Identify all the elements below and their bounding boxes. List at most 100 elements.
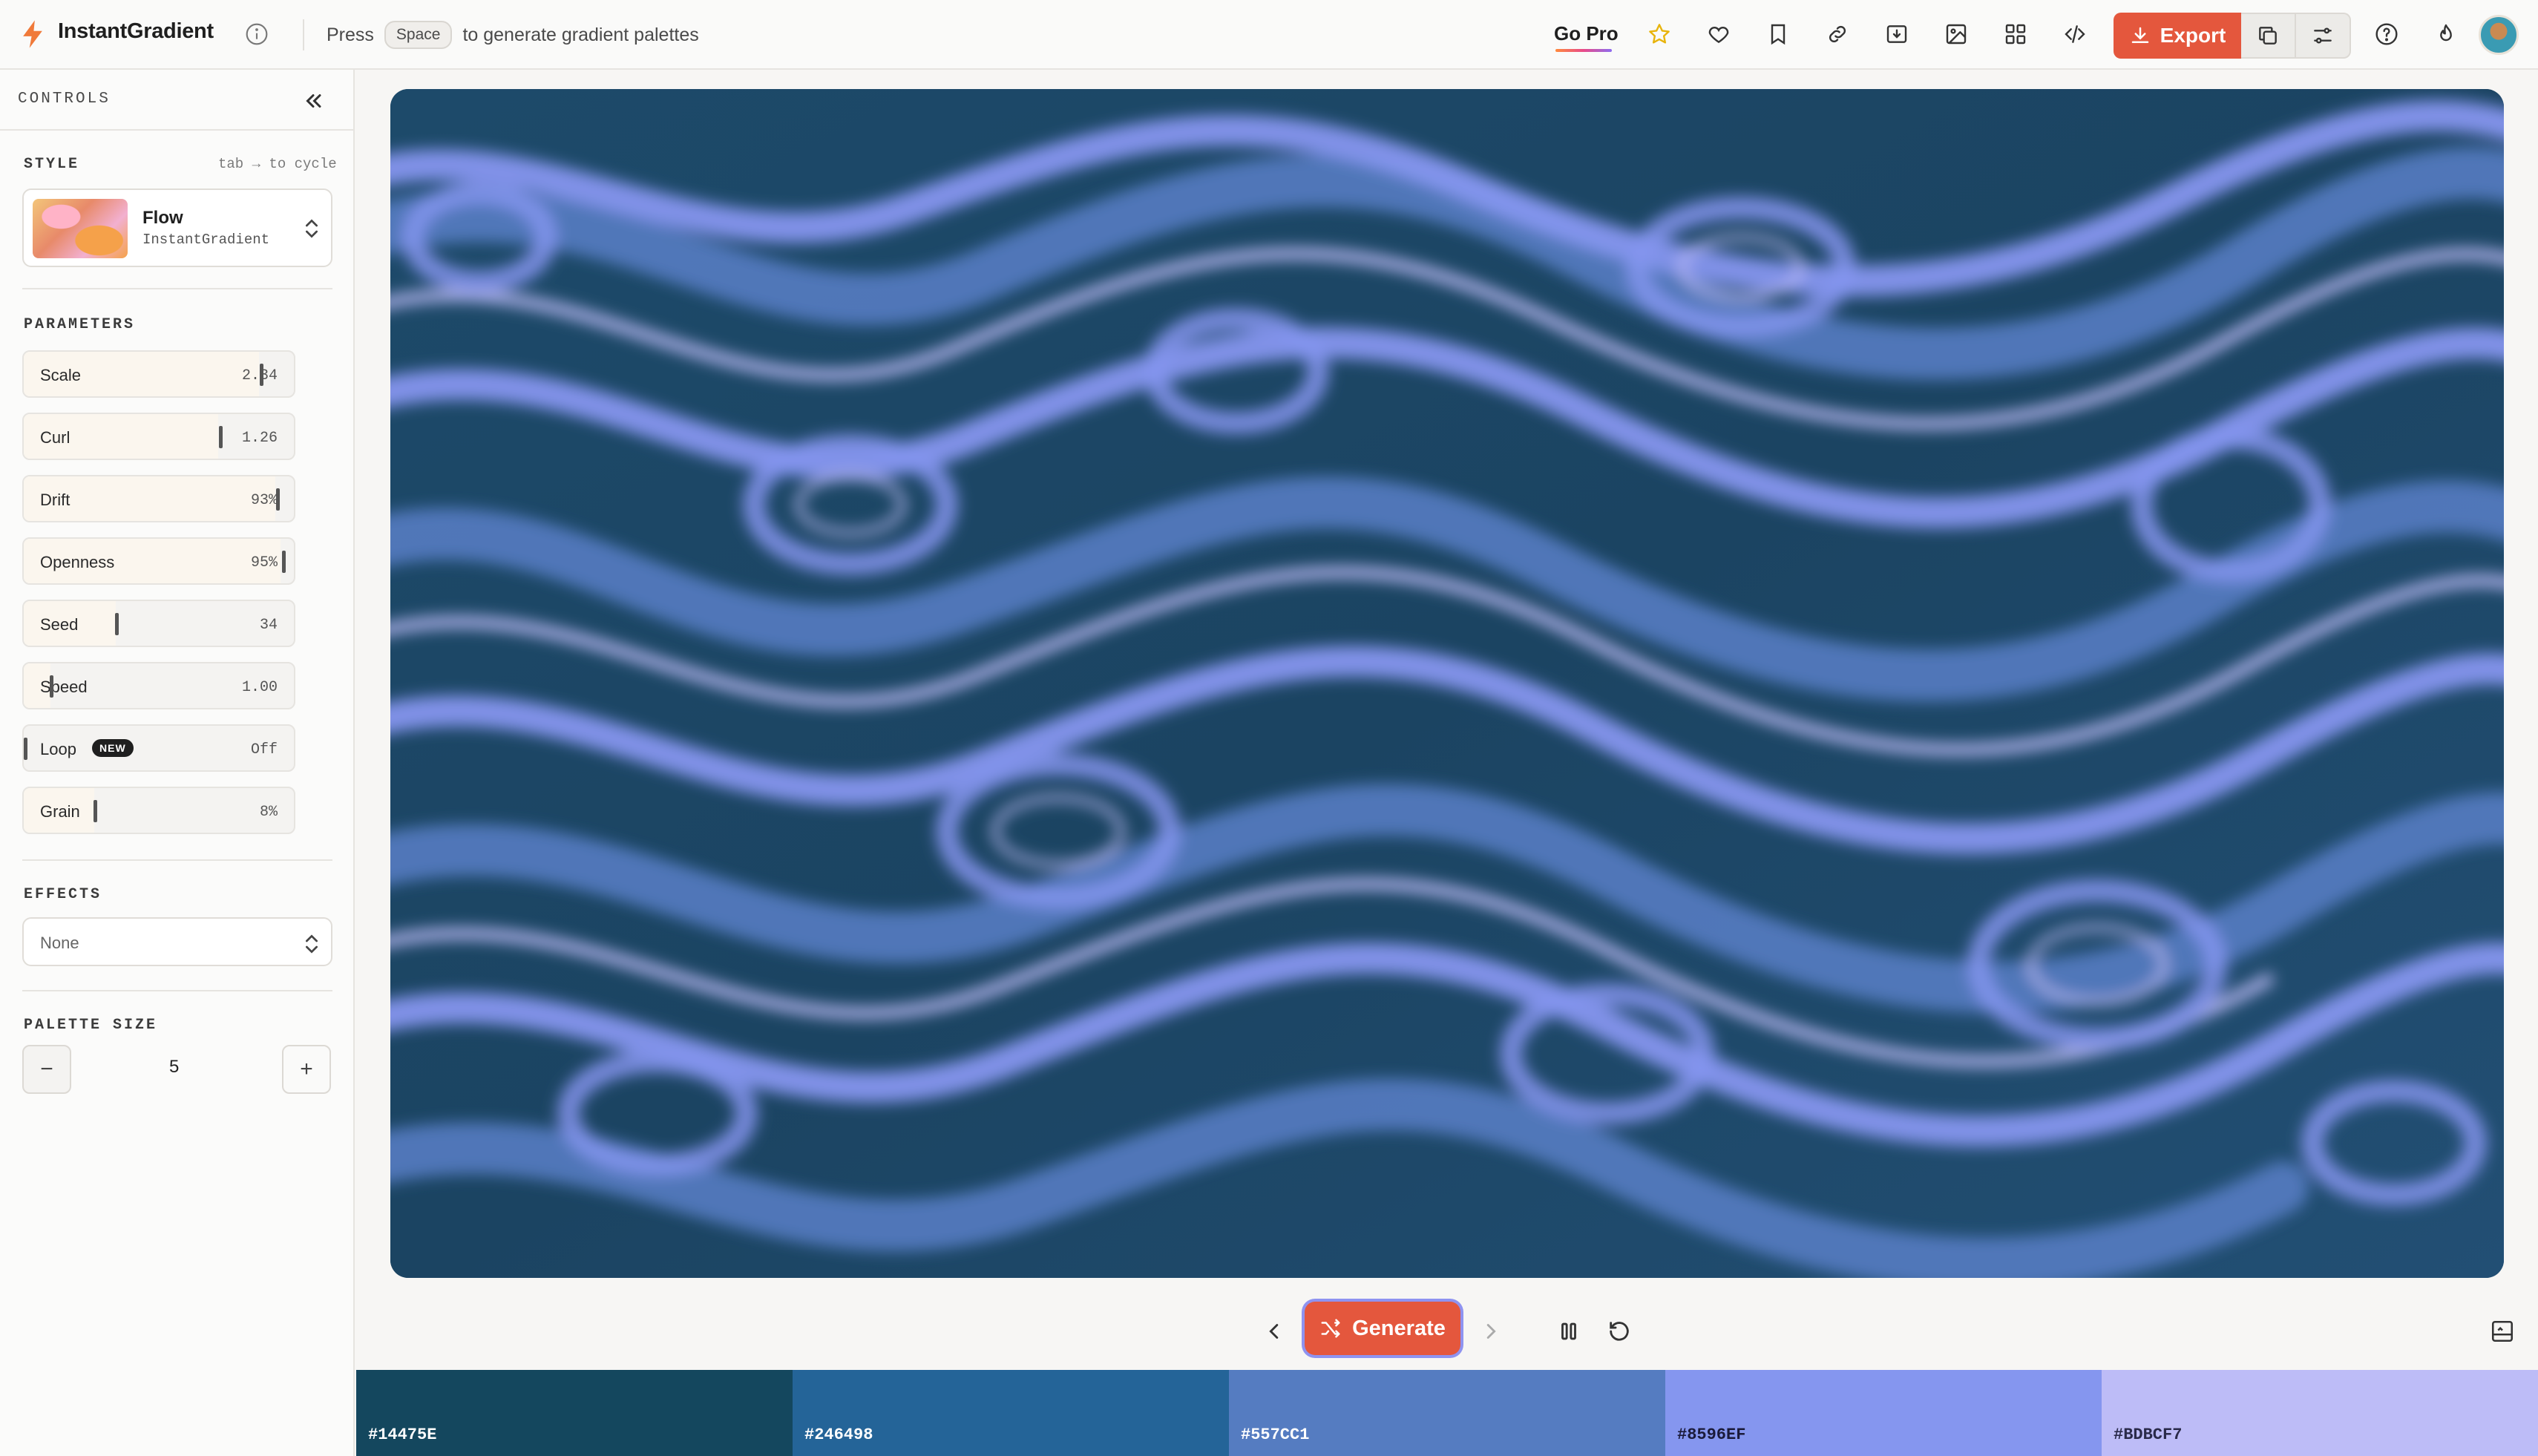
style-thumbnail — [33, 199, 128, 258]
bolt-logo-icon — [23, 20, 42, 48]
sidebar-divider — [22, 990, 332, 991]
chevron-left-icon — [1269, 1324, 1279, 1339]
parameter-label: Scale — [40, 366, 82, 384]
swatch-hex-label: #8596EF — [1677, 1426, 1746, 1444]
flame-icon[interactable] — [2431, 19, 2461, 49]
settings-button[interactable] — [2296, 13, 2351, 59]
star-icon[interactable] — [1645, 19, 1674, 49]
export-button[interactable]: Export — [2114, 13, 2241, 59]
parameter-slider-loop[interactable]: Loop NEW Off — [22, 724, 295, 772]
parameter-label: Seed — [40, 615, 79, 634]
export-download-icon — [2131, 27, 2148, 43]
slider-handle[interactable] — [260, 364, 264, 386]
code-icon[interactable] — [2060, 19, 2090, 49]
parameter-slider-curl[interactable]: Curl 1.26 — [22, 413, 295, 460]
parameter-slider-seed[interactable]: Seed 34 — [22, 600, 295, 647]
sidebar-header: CONTROLS — [0, 70, 353, 131]
previous-button[interactable] — [1257, 1314, 1293, 1349]
style-author: InstantGradient — [142, 232, 270, 248]
panel-icon — [2491, 1320, 2514, 1342]
swatch-hex-label: #557CC1 — [1241, 1426, 1310, 1444]
slider-handle[interactable] — [218, 426, 223, 448]
go-pro-link[interactable]: Go Pro — [1554, 22, 1619, 45]
reset-button[interactable] — [1601, 1314, 1637, 1349]
palette-size-section-label: PALETTE SIZE — [24, 1017, 158, 1034]
chevron-updown-icon — [306, 934, 318, 954]
style-name: Flow — [142, 208, 183, 228]
effects-value: None — [40, 934, 79, 952]
palette-swatch[interactable]: #246498 — [793, 1370, 1229, 1456]
export-group: Export — [2114, 13, 2351, 59]
parameter-slider-drift[interactable]: Drift 93% — [22, 475, 295, 522]
swatch-hex-label: #BDBCF7 — [2114, 1426, 2183, 1444]
info-icon[interactable] — [245, 22, 269, 46]
shuffle-icon — [1321, 1319, 1340, 1338]
generate-button[interactable]: Generate — [1305, 1302, 1460, 1355]
parameter-label: Curl — [40, 428, 70, 447]
sidebar-title: CONTROLS — [18, 91, 111, 108]
palette-swatch[interactable]: #BDBCF7 — [2102, 1370, 2538, 1456]
parameter-label: Openness — [40, 553, 115, 571]
parameter-label: Drift — [40, 491, 70, 509]
bookmark-icon[interactable] — [1763, 19, 1793, 49]
slider-handle[interactable] — [276, 488, 281, 511]
controls-sidebar: CONTROLS STYLE tab → to cycle Flow Insta… — [0, 70, 355, 1456]
user-avatar[interactable] — [2479, 15, 2519, 55]
effects-select[interactable]: None — [22, 917, 332, 966]
parameter-value: Off — [250, 741, 278, 758]
copy-icon — [2259, 27, 2277, 45]
palette-swatch[interactable]: #14475E — [356, 1370, 793, 1456]
image-icon[interactable] — [1941, 19, 1971, 49]
pause-icon — [1561, 1322, 1576, 1340]
parameter-slider-openness[interactable]: Openness 95% — [22, 537, 295, 585]
palette-size-decrement-button[interactable]: − — [22, 1045, 71, 1094]
parameter-slider-grain[interactable]: Grain 8% — [22, 787, 295, 834]
flow-gradient-preview — [390, 89, 2504, 1278]
next-button[interactable] — [1472, 1314, 1508, 1349]
parameter-value: 1.00 — [241, 679, 278, 696]
parameter-value: 95% — [250, 554, 278, 571]
parameter-value: 93% — [250, 492, 278, 509]
slider-handle[interactable] — [281, 551, 286, 573]
palette-view-button[interactable] — [2485, 1314, 2520, 1349]
parameter-value: 34 — [259, 617, 278, 634]
app-title: InstantGradient — [58, 19, 214, 43]
sidebar-divider — [22, 288, 332, 289]
download-icon[interactable] — [1882, 19, 1912, 49]
space-key-badge: Space — [384, 21, 453, 49]
grid-icon[interactable] — [2001, 19, 2030, 49]
collapse-sidebar-icon[interactable] — [300, 88, 327, 114]
swatch-hex-label: #246498 — [804, 1426, 873, 1444]
palette-swatch[interactable]: #8596EF — [1665, 1370, 2102, 1456]
parameter-value: 8% — [259, 804, 278, 821]
rotate-icon — [1610, 1322, 1629, 1341]
effects-section-label: EFFECTS — [24, 886, 102, 903]
keyboard-hint: Press Space to generate gradient palette… — [327, 21, 699, 49]
hint-prefix: Press — [327, 24, 374, 45]
parameter-slider-scale[interactable]: Scale2.34 — [22, 350, 295, 398]
swatch-hex-label: #14475E — [368, 1426, 437, 1444]
parameter-label: Grain — [40, 802, 80, 821]
pause-button[interactable] — [1551, 1314, 1587, 1349]
go-pro-underline — [1555, 49, 1612, 52]
slider-handle[interactable] — [93, 800, 97, 822]
hint-suffix: to generate gradient palettes — [462, 24, 699, 45]
top-bar: InstantGradient Press Space to generate … — [0, 0, 2538, 70]
style-selector[interactable]: Flow InstantGradient — [22, 188, 332, 267]
export-label: Export — [2160, 24, 2226, 47]
copy-button[interactable] — [2241, 13, 2296, 59]
link-icon[interactable] — [1823, 19, 1852, 49]
palette-size-increment-button[interactable]: + — [282, 1045, 331, 1094]
slider-handle[interactable] — [115, 613, 119, 635]
sidebar-divider — [22, 859, 332, 861]
help-icon[interactable] — [2372, 19, 2401, 49]
style-section-label: STYLE — [24, 156, 80, 173]
gradient-canvas[interactable] — [390, 89, 2504, 1278]
heart-icon[interactable] — [1704, 19, 1734, 49]
slider-handle[interactable] — [24, 738, 27, 760]
chevron-right-icon — [1486, 1324, 1496, 1339]
parameter-slider-speed[interactable]: Speed 1.00 — [22, 662, 295, 709]
parameters-section-label: PARAMETERS — [24, 316, 136, 333]
slider-handle[interactable] — [49, 675, 53, 698]
palette-swatch[interactable]: #557CC1 — [1229, 1370, 1665, 1456]
